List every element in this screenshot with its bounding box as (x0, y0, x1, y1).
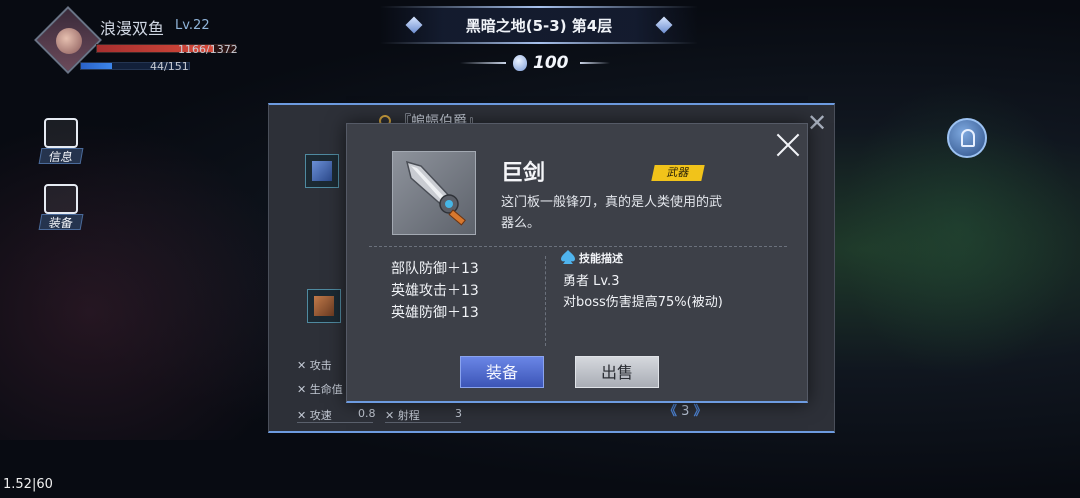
lock-icon (961, 129, 975, 147)
info-scroll-icon (44, 118, 78, 148)
side-menu-equipment-label: 装备 (38, 214, 84, 230)
player-avatar (56, 28, 82, 54)
sell-button[interactable]: 出售 (575, 356, 659, 388)
back-stat-range-value: 3 (455, 407, 462, 420)
stage-banner: 黑暗之地(5-3) 第4层 (380, 6, 698, 44)
modal-divider (369, 246, 787, 247)
item-stat-troop-defense: 部队防御＋13 (391, 261, 479, 277)
back-stat-hp: ✕ 生命值 (297, 383, 343, 396)
back-panel-close-icon[interactable]: ✕ (807, 111, 827, 135)
lock-button[interactable] (947, 118, 987, 158)
item-type-badge: 武器 (651, 165, 705, 181)
stat-underline (297, 422, 373, 423)
side-menu-equipment-button[interactable]: 装备 (36, 184, 84, 240)
item-name: 巨剑 (501, 161, 546, 186)
item-detail-modal: 巨剑 武器 这门板一般锋刃，真的是人类使用的武器么。 部队防御＋13 英雄攻击＋… (346, 123, 808, 403)
equip-button[interactable]: 装备 (460, 356, 544, 388)
spade-icon (561, 250, 575, 264)
skill-title: 技能描述 (579, 252, 623, 265)
hp-text: 1166/1372 (178, 43, 238, 56)
back-stat-label: 攻击 (309, 359, 332, 372)
back-stat-label: 生命值 (309, 383, 343, 396)
mp-text: 44/151 (150, 60, 189, 73)
slot-item-icon (314, 296, 334, 316)
crystal-icon (513, 55, 527, 71)
banner-top-line (380, 6, 698, 8)
currency-value: 100 (533, 53, 569, 73)
back-stat-speed-value: 0.8 (358, 407, 376, 420)
back-stat-range: ✕ 射程 (385, 409, 420, 422)
player-name: 浪漫双鱼 (100, 19, 165, 38)
item-stat-hero-attack: 英雄攻击＋13 (391, 283, 479, 299)
banner-bottom-line (380, 42, 698, 44)
back-stat-attack: ✕ 攻击 (297, 359, 332, 372)
page-number: 3 (681, 404, 690, 419)
greatsword-icon (405, 160, 466, 226)
side-menu-info-label: 信息 (38, 148, 84, 164)
skill-line-name: 勇者 Lv.3 (563, 274, 620, 289)
side-menu-info-button[interactable]: 信息 (36, 118, 84, 174)
mp-bar-fill (81, 63, 113, 69)
fps-counter: 1.52|60 (3, 477, 53, 492)
stat-underline (385, 422, 461, 423)
page-prev-icon[interactable]: 《 (664, 404, 677, 419)
equipment-slot-weapon[interactable] (305, 154, 339, 188)
slot-item-icon (312, 161, 332, 181)
back-stat-label: 射程 (397, 409, 420, 422)
player-level: Lv.22 (175, 18, 210, 33)
currency-line-right (580, 62, 610, 64)
currency-line-left (460, 62, 506, 64)
stage-title: 黑暗之地(5-3) 第4层 (465, 17, 613, 35)
modal-close-button[interactable] (775, 132, 801, 158)
equipment-slot-boots[interactable] (307, 289, 341, 323)
back-stat-label: 攻速 (309, 409, 332, 422)
item-stat-hero-defense: 英雄防御＋13 (391, 305, 479, 321)
item-image-frame (392, 151, 476, 235)
currency-display: 100 (460, 52, 610, 74)
skill-line-effect: 对boss伤害提高75%(被动) (563, 295, 723, 310)
modal-vertical-divider (545, 256, 546, 346)
item-description: 这门板一般锋刃，真的是人类使用的武器么。 (501, 195, 723, 231)
equipment-chest-icon (44, 184, 78, 214)
page-next-icon[interactable]: 》 (694, 404, 707, 419)
back-stat-speed: ✕ 攻速 (297, 409, 332, 422)
